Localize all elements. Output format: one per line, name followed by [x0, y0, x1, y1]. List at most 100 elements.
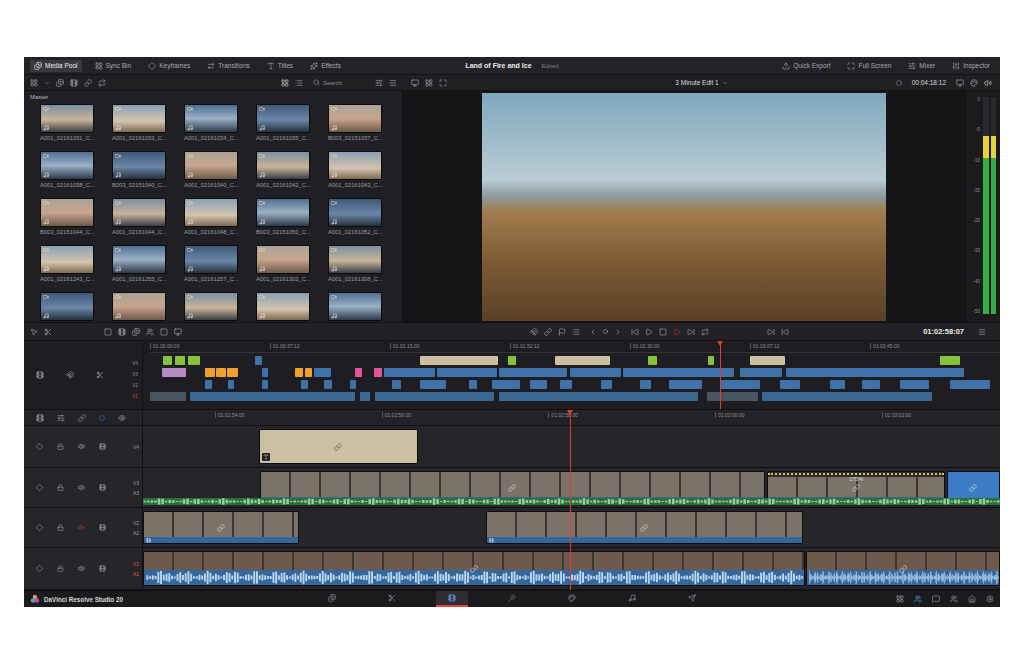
lock-icon[interactable] — [57, 443, 64, 450]
linked-selection-icon[interactable] — [78, 414, 86, 422]
linked-icon[interactable] — [544, 328, 552, 336]
media-clip[interactable]: A001_02161033_C... — [112, 104, 184, 144]
timeline-clip[interactable] — [143, 511, 299, 544]
overview-clip[interactable] — [707, 392, 758, 401]
mute-icon[interactable] — [78, 565, 85, 572]
track-labels[interactable]: V3A3 — [133, 480, 139, 496]
overview-clip[interactable] — [499, 392, 699, 401]
auto-select-icon[interactable] — [36, 565, 43, 572]
overview-clip[interactable] — [190, 392, 355, 401]
auto-select-icon[interactable] — [36, 443, 43, 450]
place-on-top-icon[interactable] — [146, 328, 154, 336]
zoom-full-icon[interactable] — [36, 371, 44, 379]
overview-clip[interactable] — [360, 392, 370, 401]
toolbar-button[interactable]: Titles — [263, 60, 297, 72]
toolbar-button[interactable]: Effects — [306, 60, 345, 72]
blade-tool-icon[interactable] — [44, 328, 52, 336]
overview-clip[interactable] — [623, 368, 734, 377]
media-clip[interactable]: B003_02151037_C... — [328, 104, 400, 144]
media-clip[interactable]: A001_02161302_C... — [256, 245, 328, 285]
overview-clip[interactable] — [560, 380, 572, 389]
audio-strip[interactable] — [143, 498, 1000, 505]
auto-select-icon[interactable] — [36, 484, 43, 491]
overview-clip[interactable] — [162, 368, 186, 377]
grid-view-icon[interactable] — [281, 79, 289, 87]
overview-clip[interactable] — [205, 368, 214, 377]
overview-clip[interactable] — [374, 368, 382, 377]
overview-clip[interactable] — [420, 356, 498, 365]
bins-icon[interactable] — [56, 79, 64, 87]
link-icon[interactable] — [84, 79, 92, 87]
snap-icon[interactable] — [530, 328, 538, 336]
overview-clip[interactable] — [262, 368, 268, 377]
overview-clip[interactable] — [384, 368, 435, 377]
mute-icon[interactable] — [78, 524, 85, 531]
track-output-icon[interactable] — [99, 565, 106, 572]
overview-clip[interactable] — [492, 380, 520, 389]
timeline-clip[interactable] — [143, 551, 805, 586]
overview-clip[interactable] — [570, 368, 621, 377]
media-clip[interactable]: A001_02161257_C... — [184, 245, 256, 285]
zoom-detail-icon[interactable] — [66, 371, 74, 379]
search-field[interactable]: Search — [309, 79, 369, 86]
media-clip[interactable]: A001_02161031_C... — [40, 104, 112, 144]
replace-icon[interactable] — [132, 328, 140, 336]
overview-clip[interactable] — [950, 380, 990, 389]
media-clip[interactable]: A001_02161034_C... — [184, 104, 256, 144]
page-tab[interactable] — [376, 591, 408, 607]
track-labels[interactable]: V1A1 — [133, 561, 139, 577]
zoom-icon[interactable] — [439, 79, 447, 87]
overview-playhead[interactable] — [720, 341, 721, 409]
overview-clip[interactable] — [375, 392, 494, 401]
overview-clip[interactable] — [301, 380, 308, 389]
track-labels[interactable]: V2A2 — [133, 520, 139, 536]
track-height-icon[interactable] — [57, 414, 65, 422]
marker-icon[interactable] — [572, 328, 580, 336]
lock-icon[interactable] — [57, 484, 64, 491]
overview-clip[interactable] — [720, 380, 760, 389]
overview-clip[interactable] — [437, 368, 497, 377]
overview-clip[interactable] — [163, 356, 172, 365]
collaboration-icon[interactable] — [914, 595, 922, 603]
overview-clip[interactable] — [555, 356, 610, 365]
overview-clip[interactable] — [314, 368, 331, 377]
chat-icon[interactable] — [932, 595, 940, 603]
lock-icon[interactable] — [57, 524, 64, 531]
overview-clip[interactable] — [780, 380, 800, 389]
page-tab[interactable] — [436, 591, 468, 607]
media-clip[interactable] — [184, 292, 256, 322]
next-icon[interactable] — [614, 328, 622, 336]
media-clip[interactable]: B003_02151044_C... — [40, 198, 112, 238]
overview-clip[interactable] — [150, 392, 186, 401]
clips-icon[interactable] — [70, 79, 78, 87]
view-options-icon[interactable] — [118, 414, 126, 422]
overview-clip[interactable] — [740, 368, 783, 377]
source-icon[interactable] — [174, 328, 182, 336]
overview-clip[interactable] — [350, 380, 356, 389]
media-clip[interactable] — [328, 292, 400, 322]
media-clip[interactable]: A001_02161044_C... — [112, 198, 184, 238]
jog-icon[interactable] — [603, 329, 608, 334]
sync-icon[interactable] — [98, 79, 106, 87]
next-edit-icon[interactable] — [767, 328, 775, 336]
clock-icon[interactable] — [896, 80, 902, 86]
toolbar-button[interactable]: Mixer — [904, 60, 939, 72]
overview-clip[interactable] — [188, 356, 200, 365]
overview-clip[interactable] — [228, 380, 234, 389]
media-clip[interactable] — [40, 292, 112, 322]
page-tab[interactable] — [676, 591, 708, 607]
toolbar-button[interactable]: Sync Bin — [91, 60, 136, 72]
list-view-icon[interactable] — [295, 79, 303, 87]
chevron-icon[interactable] — [44, 80, 50, 86]
split-icon[interactable] — [425, 79, 433, 87]
insert-icon[interactable] — [104, 328, 112, 336]
timeline-playhead[interactable] — [570, 410, 571, 590]
media-clip[interactable]: A001_02161038_C... — [40, 151, 112, 191]
media-clip[interactable]: A001_02161035_C... — [256, 104, 328, 144]
overview-clip[interactable] — [648, 356, 657, 365]
toolbar-button[interactable]: Quick Export — [778, 60, 834, 72]
menu-icon[interactable] — [389, 79, 397, 87]
mute-icon[interactable] — [78, 484, 85, 491]
home-icon[interactable] — [968, 595, 976, 603]
overwrite-icon[interactable] — [118, 328, 126, 336]
